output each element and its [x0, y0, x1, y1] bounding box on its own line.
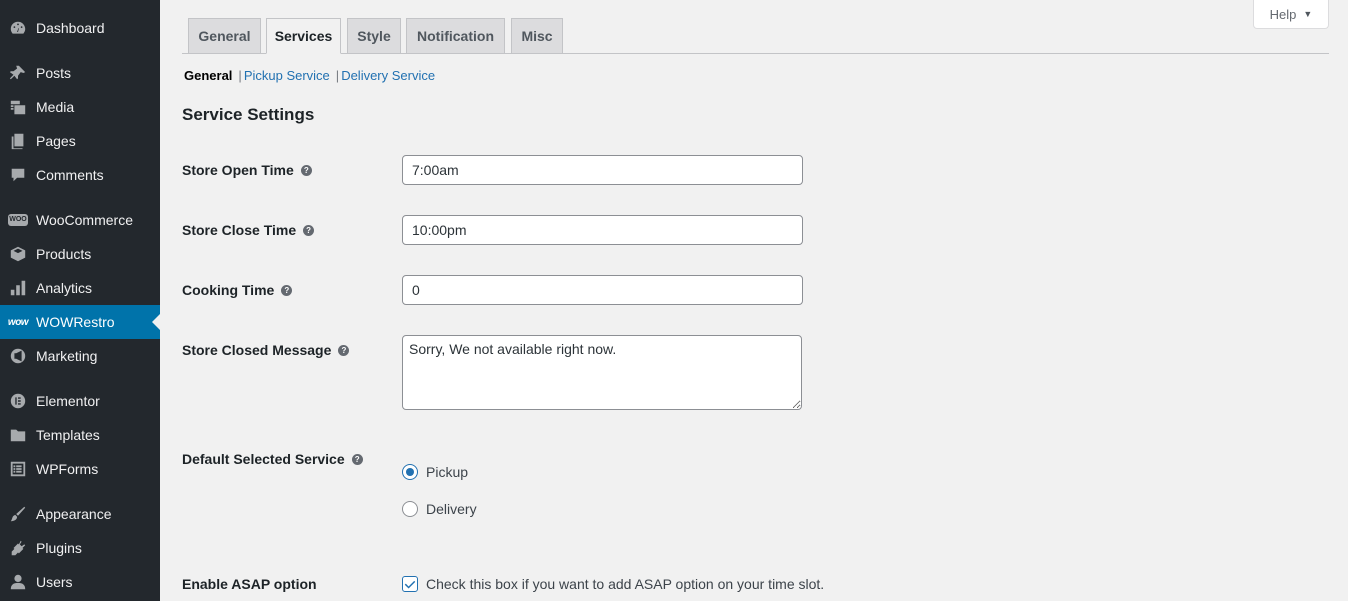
- dashboard-icon: [8, 18, 28, 38]
- pin-icon: [8, 63, 28, 83]
- cooking-time-label: Cooking Time ?: [182, 282, 293, 298]
- sidebar-item-media[interactable]: Media: [0, 90, 160, 124]
- store-open-time-input[interactable]: [402, 155, 803, 185]
- sidebar-item-templates[interactable]: Templates: [0, 418, 160, 452]
- admin-sidebar: Dashboard Posts Media Pages Comments WOO…: [0, 0, 160, 601]
- wow-icon: wow: [7, 316, 29, 328]
- help-tooltip-icon[interactable]: ?: [351, 453, 363, 465]
- sidebar-item-woocommerce[interactable]: WOO WooCommerce: [0, 203, 160, 237]
- sidebar-item-label: Analytics: [36, 280, 93, 296]
- tab-services[interactable]: Services: [266, 18, 341, 54]
- subnav-separator: |: [335, 68, 340, 83]
- cooking-time-input[interactable]: [402, 275, 803, 305]
- tab-style[interactable]: Style: [347, 18, 401, 54]
- default-service-label: Default Selected Service ?: [182, 451, 363, 467]
- tab-notification[interactable]: Notification: [406, 18, 505, 54]
- sidebar-item-label: Products: [36, 246, 92, 262]
- sidebar-item-label: WooCommerce: [36, 212, 133, 228]
- tab-misc[interactable]: Misc: [511, 18, 563, 54]
- caret-down-icon: ▼: [1303, 9, 1313, 19]
- radio-pickup[interactable]: [402, 464, 418, 480]
- store-open-time-label: Store Open Time ?: [182, 162, 312, 178]
- sidebar-item-users[interactable]: Users: [0, 565, 160, 599]
- sidebar-item-label: WPForms: [36, 461, 99, 477]
- sidebar-item-label: Plugins: [36, 540, 82, 556]
- bar-chart-icon: [8, 278, 28, 298]
- sidebar-item-plugins[interactable]: Plugins: [0, 531, 160, 565]
- asap-checkbox[interactable]: [402, 576, 418, 592]
- field-label-text: Cooking Time: [182, 282, 275, 298]
- tab-general[interactable]: General: [188, 18, 261, 54]
- megaphone-icon: [8, 346, 28, 366]
- pages-icon: [8, 131, 28, 151]
- sidebar-item-label: Marketing: [36, 348, 98, 364]
- field-label-text: Default Selected Service: [182, 451, 345, 467]
- store-closed-message-label: Store Closed Message ?: [182, 342, 350, 358]
- sidebar-item-marketing[interactable]: Marketing: [0, 339, 160, 373]
- help-tooltip-icon[interactable]: ?: [303, 224, 315, 236]
- store-close-time-label: Store Close Time ?: [182, 222, 315, 238]
- sidebar-item-products[interactable]: Products: [0, 237, 160, 271]
- section-title: Service Settings: [182, 105, 315, 124]
- subnav-delivery-service-link[interactable]: Delivery Service: [341, 68, 435, 83]
- sidebar-item-label: WOWRestro: [36, 314, 115, 330]
- help-tooltip-icon[interactable]: ?: [338, 344, 350, 356]
- field-label-text: Store Closed Message: [182, 342, 332, 358]
- sidebar-item-label: Users: [36, 574, 73, 590]
- elementor-icon: [8, 391, 28, 411]
- sidebar-item-comments[interactable]: Comments: [0, 158, 160, 192]
- sidebar-item-label: Posts: [36, 65, 72, 81]
- help-tooltip-icon[interactable]: ?: [300, 164, 312, 176]
- sidebar-item-posts[interactable]: Posts: [0, 56, 160, 90]
- plug-icon: [8, 538, 28, 558]
- woo-icon: WOO: [8, 210, 28, 230]
- help-tooltip-icon[interactable]: ?: [281, 284, 293, 296]
- sidebar-item-appearance[interactable]: Appearance: [0, 497, 160, 531]
- sidebar-item-label: Dashboard: [36, 20, 105, 36]
- field-label-text: Store Open Time: [182, 162, 294, 178]
- subnav-separator: |: [238, 68, 242, 83]
- help-label: Help: [1269, 6, 1297, 22]
- sidebar-item-elementor[interactable]: Elementor: [0, 384, 160, 418]
- user-icon: [8, 572, 28, 592]
- brush-icon: [8, 504, 28, 524]
- subnav-pickup-service-link[interactable]: Pickup Service: [244, 68, 330, 83]
- form-icon: [8, 459, 28, 479]
- sidebar-item-dashboard[interactable]: Dashboard: [0, 11, 160, 45]
- store-closed-message-textarea[interactable]: Sorry, We not available right now.: [402, 335, 802, 410]
- asap-checkbox-label: Check this box if you want to add ASAP o…: [426, 576, 825, 592]
- box-icon: [8, 244, 28, 264]
- radio-delivery[interactable]: [402, 501, 418, 517]
- enable-asap-label: Enable ASAP option: [182, 576, 317, 592]
- asap-checkbox-row: Check this box if you want to add ASAP o…: [402, 576, 824, 592]
- radio-delivery-option[interactable]: Delivery: [402, 501, 477, 517]
- sidebar-item-label: Appearance: [36, 506, 112, 522]
- sidebar-item-wowrestro[interactable]: wow WOWRestro: [0, 305, 160, 339]
- help-button[interactable]: Help ▼: [1253, 0, 1329, 29]
- store-close-time-input[interactable]: [402, 215, 803, 245]
- sidebar-item-pages[interactable]: Pages: [0, 124, 160, 158]
- radio-pickup-label: Pickup: [426, 464, 469, 480]
- media-icon: [8, 97, 28, 117]
- field-label-text: Enable ASAP option: [182, 576, 317, 592]
- radio-delivery-label: Delivery: [426, 501, 477, 517]
- sidebar-item-label: Elementor: [36, 393, 100, 409]
- sidebar-item-label: Pages: [36, 133, 76, 149]
- subnav-general[interactable]: General: [184, 68, 232, 83]
- folder-icon: [8, 425, 28, 445]
- sidebar-item-analytics[interactable]: Analytics: [0, 271, 160, 305]
- sidebar-item-label: Comments: [36, 167, 104, 183]
- comment-icon: [8, 165, 28, 185]
- checkmark-icon: [404, 580, 416, 589]
- radio-pickup-option[interactable]: Pickup: [402, 464, 468, 480]
- sub-navigation: General | Pickup Service | Delivery Serv…: [184, 68, 435, 83]
- sidebar-item-wpforms[interactable]: WPForms: [0, 452, 160, 486]
- sidebar-item-label: Templates: [36, 427, 100, 443]
- sidebar-item-label: Media: [36, 99, 75, 115]
- field-label-text: Store Close Time: [182, 222, 297, 238]
